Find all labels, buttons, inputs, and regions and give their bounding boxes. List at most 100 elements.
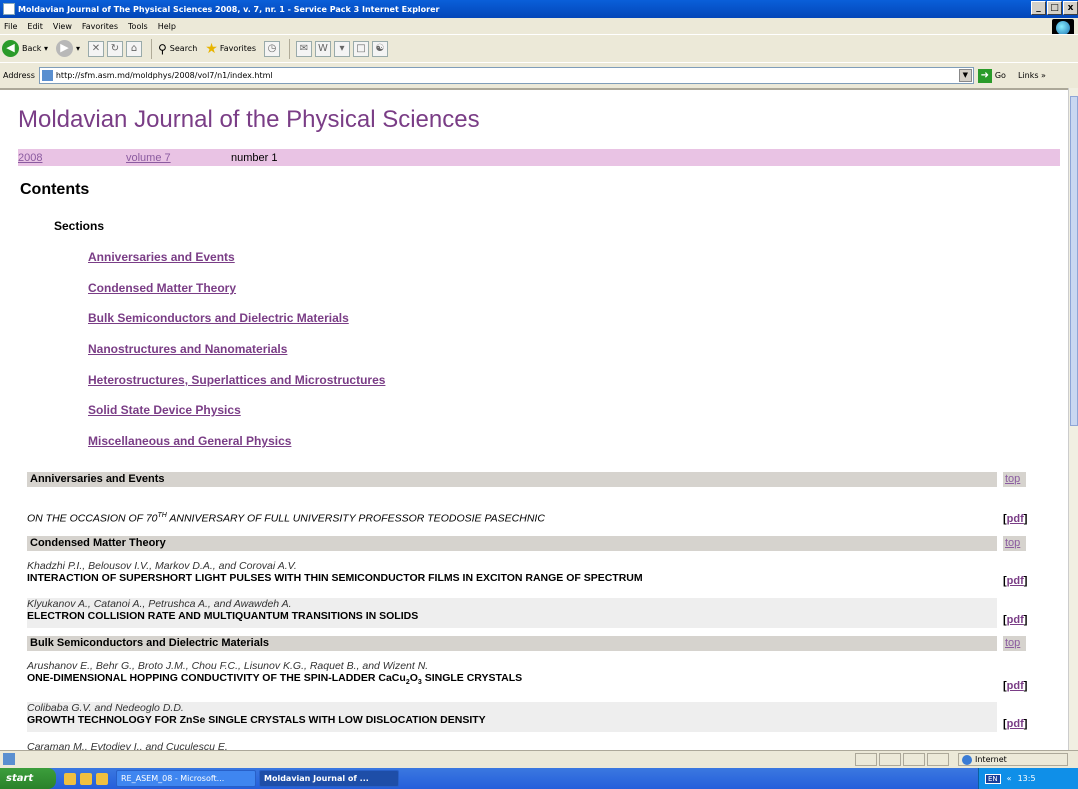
forward-dropdown-icon: ▾: [75, 44, 80, 53]
page-content: Moldavian Journal of the Physical Scienc…: [0, 88, 1068, 750]
address-bar: Address http://sfm.asm.md/moldphys/2008/…: [0, 62, 1078, 88]
globe-icon: [962, 754, 972, 765]
menu-edit[interactable]: Edit: [27, 22, 43, 31]
issue-number: number 1: [231, 151, 278, 164]
search-label: Search: [169, 44, 198, 53]
pdf-link[interactable]: pdf: [1007, 575, 1024, 587]
pdf-link[interactable]: pdf: [1007, 614, 1024, 626]
menu-help[interactable]: Help: [158, 22, 176, 31]
toolbar-separator: [288, 38, 290, 59]
links-button[interactable]: Links »: [1018, 71, 1046, 80]
menu-file[interactable]: File: [4, 22, 17, 31]
back-button[interactable]: ◀ Back ▾: [2, 40, 48, 57]
go-button[interactable]: ➜ Go: [977, 68, 1006, 83]
menu-tools[interactable]: Tools: [128, 22, 148, 31]
vertical-scrollbar[interactable]: [1068, 88, 1078, 750]
pdf-link[interactable]: pdf: [1007, 513, 1024, 525]
quick-launch: [64, 772, 108, 785]
media-quicklaunch-icon[interactable]: [80, 772, 92, 785]
article-row: ON THE OCCASION OF 70TH ANNIVERSARY OF F…: [27, 512, 997, 526]
section-header: Bulk Semiconductors and Dielectric Mater…: [27, 636, 997, 651]
messenger-icon[interactable]: ☯: [371, 40, 388, 57]
taskbar-item-ie[interactable]: Moldavian Journal of ...: [259, 770, 399, 787]
sections-heading: Sections: [54, 219, 105, 233]
menu-view[interactable]: View: [53, 22, 72, 31]
go-label: Go: [994, 71, 1006, 80]
section-link-condensed-matter[interactable]: Condensed Matter Theory: [88, 281, 236, 295]
stop-icon[interactable]: ✕: [88, 40, 104, 57]
ie-quicklaunch-icon[interactable]: [64, 772, 76, 785]
close-button[interactable]: x: [1063, 1, 1078, 15]
forward-button[interactable]: ▶ ▾: [55, 40, 80, 57]
favorites-button[interactable]: ★ Favorites: [205, 41, 256, 57]
taskbar-item-word[interactable]: RE_ASEM_08 - Microsoft...: [116, 770, 256, 787]
back-arrow-icon: ◀: [2, 40, 19, 57]
article-title: GROWTH TECHNOLOGY FOR ZnSe SINGLE CRYSTA…: [27, 714, 486, 726]
start-button[interactable]: start: [0, 768, 56, 789]
minimize-button[interactable]: _: [1031, 1, 1046, 15]
history-icon[interactable]: ◷: [263, 40, 280, 57]
article-title: ON THE OCCASION OF 70TH ANNIVERSARY OF F…: [27, 512, 545, 525]
status-pane: [903, 753, 925, 766]
article-authors: Khadzhi P.I., Belousov I.V., Markov D.A.…: [27, 560, 297, 572]
scrollbar-thumb[interactable]: [1070, 96, 1078, 426]
article-title: INTERACTION OF SUPERSHORT LIGHT PULSES W…: [27, 572, 643, 584]
pdf-link-cell: [pdf]: [1003, 513, 1028, 525]
maximize-button[interactable]: □: [1047, 1, 1062, 15]
year-link[interactable]: 2008: [18, 152, 42, 164]
page-icon: [41, 70, 53, 81]
top-link[interactable]: top: [1003, 636, 1026, 651]
menu-favorites[interactable]: Favorites: [82, 22, 118, 31]
folder-icon[interactable]: □: [352, 40, 369, 57]
window-controls: _ □ x: [1031, 1, 1078, 15]
section-link-solid-state[interactable]: Solid State Device Physics: [88, 403, 241, 417]
mail-icon[interactable]: ✉: [295, 40, 312, 57]
article-title: ELECTRON COLLISION RATE AND MULTIQUANTUM…: [27, 610, 419, 622]
forward-arrow-icon: ▶: [55, 40, 73, 57]
section-link-nanostructures[interactable]: Nanostructures and Nanomaterials: [88, 342, 287, 356]
section-link-bulk-semiconductors[interactable]: Bulk Semiconductors and Dielectric Mater…: [88, 311, 349, 325]
search-button[interactable]: ⚲ Search: [158, 42, 197, 56]
pdf-link-cell: [pdf]: [1003, 680, 1028, 692]
issue-info-bar: 2008 volume 7 number 1: [18, 149, 1060, 166]
ie-app-icon: [3, 3, 15, 15]
tray-expand-icon[interactable]: «: [1007, 774, 1012, 783]
pdf-link-cell: [pdf]: [1003, 614, 1028, 626]
article-authors: Caraman M., Evtodiev I., and Cuculescu E…: [27, 741, 228, 750]
language-indicator[interactable]: EN: [985, 773, 1001, 784]
start-label: start: [6, 773, 34, 784]
article-row: Caraman M., Evtodiev I., and Cuculescu E…: [27, 741, 997, 750]
article-row: Colibaba G.V. and Nedeoglo D.D. GROWTH T…: [27, 702, 997, 732]
address-dropdown-icon[interactable]: ▼: [958, 69, 972, 82]
section-header: Condensed Matter Theory: [27, 536, 997, 551]
search-icon: ⚲: [158, 41, 167, 56]
edit-dropdown-icon[interactable]: ▾: [333, 40, 350, 57]
window-title-bar[interactable]: Moldavian Journal of The Physical Scienc…: [0, 0, 1078, 18]
favorites-star-icon: ★: [205, 40, 218, 57]
favorites-label: Favorites: [219, 44, 256, 53]
zone-label: Internet: [975, 755, 1007, 764]
article-authors: Klyukanov A., Catanoi A., Petrushca A., …: [27, 598, 292, 610]
word-edit-icon[interactable]: W: [314, 40, 331, 57]
back-dropdown-icon: ▾: [41, 44, 48, 53]
page-status-icon: [3, 753, 15, 765]
top-link[interactable]: top: [1003, 472, 1026, 487]
section-link-anniversaries[interactable]: Anniversaries and Events: [88, 250, 235, 264]
security-zone: Internet: [958, 753, 1068, 766]
task-label: RE_ASEM_08 - Microsoft...: [121, 774, 225, 783]
home-icon[interactable]: ⌂: [126, 40, 142, 57]
refresh-icon[interactable]: ↻: [107, 40, 123, 57]
menu-bar: File Edit View Favorites Tools Help: [0, 18, 1078, 34]
top-link[interactable]: top: [1003, 536, 1026, 551]
address-input[interactable]: http://sfm.asm.md/moldphys/2008/vol7/n1/…: [38, 67, 974, 84]
section-link-heterostructures[interactable]: Heterostructures, Superlattices and Micr…: [88, 373, 385, 387]
volume-link[interactable]: volume 7: [126, 152, 171, 164]
section-link-miscellaneous[interactable]: Miscellaneous and General Physics: [88, 434, 291, 448]
status-bar: Internet: [0, 750, 1078, 768]
desktop-quicklaunch-icon[interactable]: [96, 772, 108, 785]
contents-heading: Contents: [20, 181, 90, 198]
window-title: Moldavian Journal of The Physical Scienc…: [18, 4, 440, 14]
article-authors: Colibaba G.V. and Nedeoglo D.D.: [27, 702, 184, 714]
pdf-link[interactable]: pdf: [1007, 718, 1024, 730]
pdf-link[interactable]: pdf: [1007, 680, 1024, 692]
